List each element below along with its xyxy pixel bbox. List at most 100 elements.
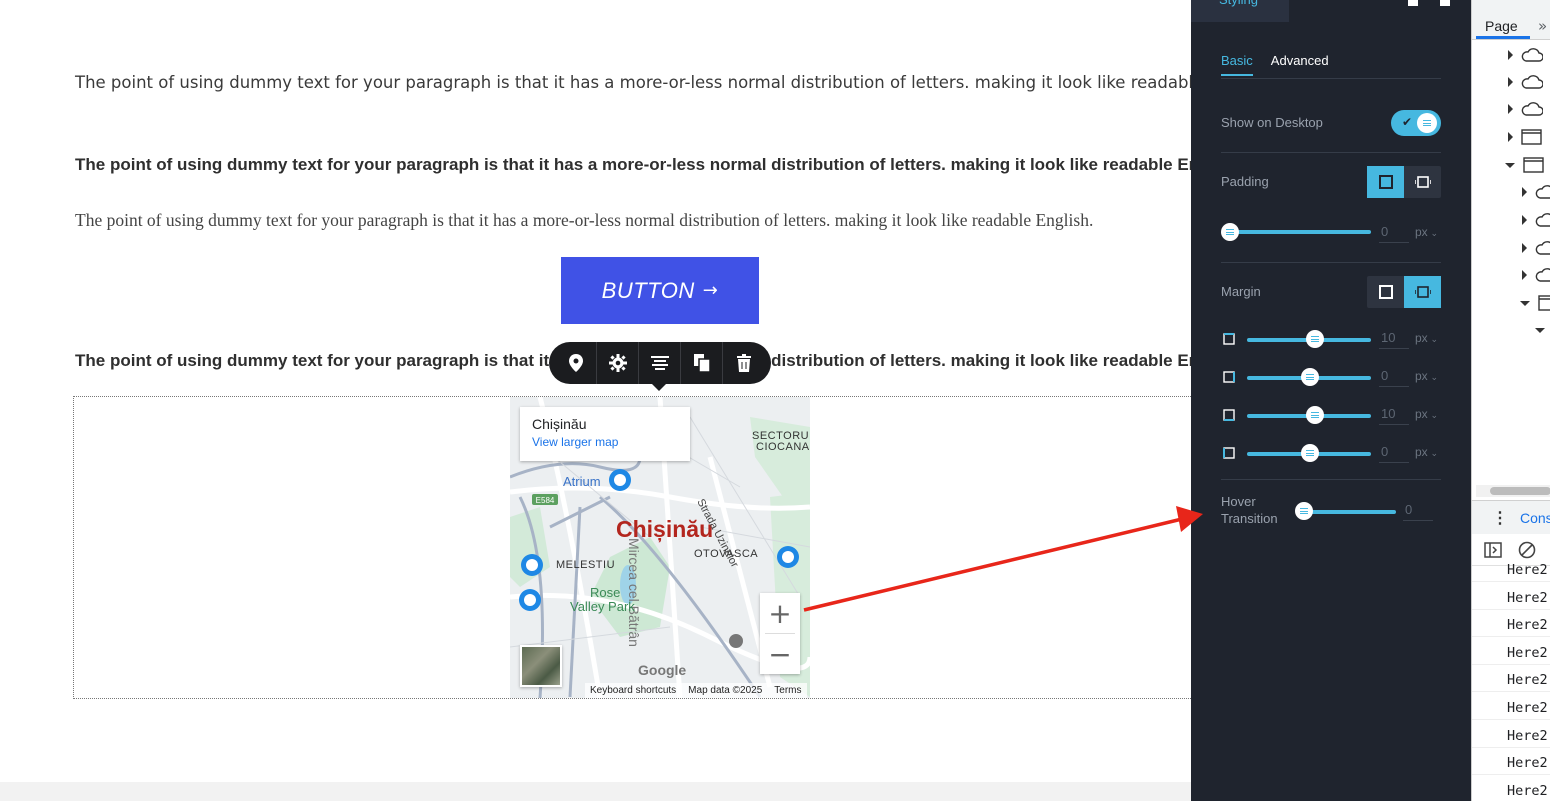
tab-basic[interactable]: Basic	[1221, 53, 1253, 76]
cta-button-label: BUTTON	[601, 277, 695, 303]
zoom-in-button[interactable]: +	[760, 593, 800, 633]
panel-action-icon[interactable]	[1440, 0, 1450, 6]
console-log-line[interactable]: Here2	[1507, 672, 1548, 688]
map-pin-icon[interactable]	[555, 342, 597, 384]
tab-page[interactable]: Page	[1476, 18, 1530, 39]
tree-node[interactable]	[1522, 182, 1550, 202]
console-log-line[interactable]: Here2	[1507, 617, 1548, 633]
paragraph-serif[interactable]: The point of using dummy text for your p…	[75, 209, 1093, 231]
margin-mode-toggle	[1367, 276, 1441, 308]
collapsed-arrow-icon[interactable]	[1522, 187, 1527, 197]
google-logo: Google	[638, 662, 687, 678]
zoom-out-button[interactable]: −	[760, 634, 800, 674]
cloud-icon	[1521, 48, 1543, 62]
console-log-line[interactable]: Here2	[1507, 590, 1548, 606]
padding-value[interactable]: 0	[1379, 224, 1409, 243]
tree-node[interactable]	[1508, 99, 1543, 119]
panel-header: Styling	[1191, 0, 1471, 22]
collapsed-arrow-icon[interactable]	[1522, 243, 1527, 253]
margin-right-value[interactable]: 0	[1379, 368, 1409, 387]
map-data-label: Map data ©2025	[688, 685, 763, 696]
margin-left-slider-thumb[interactable]	[1301, 444, 1319, 462]
padding-slider-track[interactable]	[1230, 230, 1371, 234]
tree-node[interactable]	[1535, 320, 1545, 340]
margin-top-slider-thumb[interactable]	[1306, 330, 1324, 348]
map-park-label: Valley Park	[570, 599, 635, 614]
padding-all-sides-button[interactable]	[1367, 166, 1404, 198]
collapsed-arrow-icon[interactable]	[1508, 50, 1513, 60]
console-log-line[interactable]: Here2	[1507, 562, 1548, 578]
hover-transition-value[interactable]: 0	[1403, 502, 1433, 521]
expanded-arrow-icon[interactable]	[1535, 327, 1545, 333]
map-footer: Keyboard shortcuts Map data ©2025 Terms	[585, 683, 807, 698]
panel-action-icon[interactable]	[1408, 0, 1418, 6]
console-log-line[interactable]: Here2	[1507, 783, 1548, 799]
frame-icon	[1521, 129, 1542, 145]
page-canvas: The point of using dummy text for your p…	[0, 0, 1191, 801]
trash-icon[interactable]	[723, 342, 765, 384]
collapsed-arrow-icon[interactable]	[1522, 270, 1527, 280]
paragraph-text[interactable]: The point of using dummy text for your p…	[75, 66, 1191, 100]
tree-node[interactable]	[1505, 155, 1545, 175]
padding-slider-thumb[interactable]	[1221, 223, 1239, 241]
console-log-line[interactable]: Here2	[1507, 755, 1548, 771]
align-icon[interactable]	[639, 342, 681, 384]
more-tabs-icon[interactable]: »	[1538, 17, 1547, 35]
margin-left-value[interactable]: 0	[1379, 444, 1409, 463]
margin-bottom-slider-thumb[interactable]	[1306, 406, 1324, 424]
margin-individual-button[interactable]	[1404, 276, 1441, 308]
tree-node[interactable]	[1522, 265, 1550, 285]
margin-right-unit-select[interactable]: px ⌄	[1415, 369, 1438, 383]
console-log-line[interactable]: Here2	[1507, 700, 1548, 716]
hover-transition-slider-thumb[interactable]	[1295, 502, 1313, 520]
console-log-line[interactable]: Here2	[1507, 645, 1548, 661]
tree-node[interactable]	[1520, 293, 1550, 313]
frame-icon	[1523, 157, 1544, 173]
margin-right-slider-thumb[interactable]	[1301, 368, 1319, 386]
collapsed-arrow-icon[interactable]	[1508, 104, 1513, 114]
margin-top-unit-select[interactable]: px ⌄	[1415, 331, 1438, 345]
svg-text:Mircea cel Bătrân: Mircea cel Bătrân	[626, 538, 642, 647]
duplicate-icon[interactable]	[681, 342, 723, 384]
tree-node[interactable]	[1508, 72, 1543, 92]
sidebar-toggle-icon[interactable]	[1484, 542, 1502, 558]
map-city-label: Chișinău	[616, 516, 714, 542]
tree-node[interactable]	[1522, 238, 1550, 258]
tab-console[interactable]: Cons	[1520, 510, 1550, 526]
tab-styling[interactable]: Styling	[1191, 0, 1289, 22]
horizontal-scrollbar[interactable]	[1476, 485, 1550, 497]
margin-left-unit-select[interactable]: px ⌄	[1415, 445, 1438, 459]
console-log-line[interactable]: Here2	[1507, 728, 1548, 744]
arrow-right-icon: →	[702, 280, 719, 301]
tree-node[interactable]	[1508, 45, 1543, 65]
tree-node[interactable]	[1508, 127, 1543, 147]
expanded-arrow-icon[interactable]	[1505, 162, 1515, 168]
view-larger-map-link[interactable]: View larger map	[532, 435, 678, 449]
show-desktop-toggle[interactable]: ✔	[1391, 110, 1441, 136]
google-map[interactable]: E584 Mircea cel Bătrân Chișinău View lar…	[510, 397, 810, 698]
collapsed-arrow-icon[interactable]	[1522, 215, 1527, 225]
tab-advanced[interactable]: Advanced	[1271, 53, 1329, 76]
styling-panel: Styling Basic Advanced Show on Desktop ✔…	[1191, 0, 1471, 801]
terms-link[interactable]: Terms	[774, 685, 801, 696]
paragraph-bold[interactable]: The point of using dummy text for your p…	[75, 154, 1191, 176]
margin-bottom-icon	[1223, 409, 1235, 421]
satellite-toggle[interactable]	[520, 645, 562, 687]
gear-icon[interactable]	[597, 342, 639, 384]
kebab-menu-icon[interactable]: ⋮	[1492, 508, 1508, 528]
tree-node[interactable]	[1522, 210, 1550, 230]
hover-transition-slider-track[interactable]	[1304, 510, 1396, 514]
margin-top-value[interactable]: 10	[1379, 330, 1409, 349]
collapsed-arrow-icon[interactable]	[1508, 132, 1513, 142]
margin-bottom-value[interactable]: 10	[1379, 406, 1409, 425]
clear-console-icon[interactable]	[1518, 541, 1536, 559]
padding-individual-button[interactable]	[1404, 166, 1441, 198]
padding-unit-select[interactable]: px ⌄	[1415, 225, 1438, 239]
cta-button[interactable]: BUTTON →	[561, 257, 759, 324]
margin-all-sides-button[interactable]	[1367, 276, 1404, 308]
collapsed-arrow-icon[interactable]	[1508, 77, 1513, 87]
expanded-arrow-icon[interactable]	[1520, 300, 1530, 306]
keyboard-shortcuts-link[interactable]: Keyboard shortcuts	[590, 685, 676, 696]
margin-bottom-unit-select[interactable]: px ⌄	[1415, 407, 1438, 421]
hover-transition-label-2: Transition	[1221, 511, 1278, 526]
